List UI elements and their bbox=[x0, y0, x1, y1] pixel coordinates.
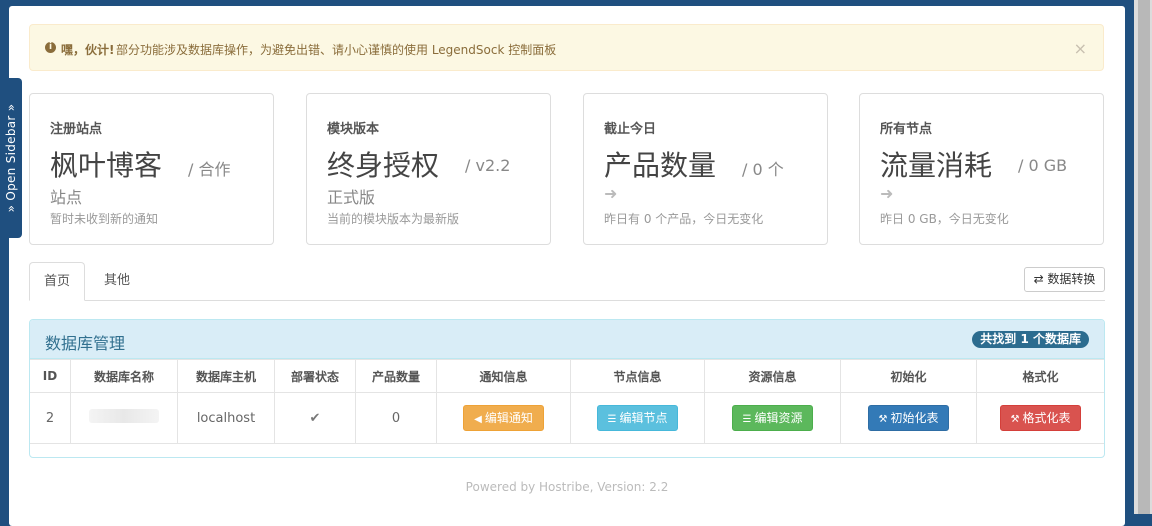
col-init: 初始化 bbox=[840, 359, 977, 393]
tab-home[interactable]: 首页 bbox=[29, 262, 85, 301]
panel-header: 数据库管理 共找到 1 个数据库 bbox=[30, 320, 1104, 359]
btn-label: 编辑资源 bbox=[754, 411, 803, 425]
card-module: 模块版本 终身授权 / v2.2 正式版 当前的模块版本为最新版 bbox=[306, 93, 551, 245]
col-id: ID bbox=[30, 359, 71, 393]
cell-id: 2 bbox=[30, 392, 71, 444]
format-table-button[interactable]: ⚒ 格式化表 bbox=[999, 405, 1082, 431]
card-sub: / 0 GB bbox=[1018, 156, 1068, 175]
warning-alert: i 嘿，伙计! 部分功能涉及数据库操作，为避免出错、请小心谨慎的使用 Legen… bbox=[29, 24, 1104, 71]
tab-bar: 首页 其他 bbox=[29, 262, 1105, 301]
card-value: 终身授权 bbox=[327, 149, 440, 182]
database-panel: 数据库管理 共找到 1 个数据库 ID 数据库名称 数据库主机 部署状态 产品数… bbox=[29, 319, 1105, 458]
card-sub2: 站点 bbox=[50, 188, 83, 207]
list-icon: ☰ bbox=[742, 414, 752, 425]
alert-message: 部分功能涉及数据库操作，为避免出错、请小心谨慎的使用 LegendSock 控制… bbox=[116, 43, 557, 57]
data-convert-button[interactable]: ⇄ 数据转换 bbox=[1024, 267, 1105, 292]
col-notice: 通知信息 bbox=[436, 359, 571, 393]
card-label: 所有节点 bbox=[880, 122, 933, 137]
wrench-icon: ⚒ bbox=[1010, 414, 1020, 425]
init-table-button[interactable]: ⚒ 初始化表 bbox=[867, 405, 950, 431]
footer: Powered by Hostribe, Version: 2.2 bbox=[465, 480, 669, 494]
wrench-icon: ⚒ bbox=[878, 414, 888, 425]
card-traffic: 所有节点 流量消耗 / 0 GB ➜ 昨日 0 GB，今日无变化 bbox=[859, 93, 1104, 245]
col-node: 节点信息 bbox=[570, 359, 705, 393]
count-badge: 共找到 1 个数据库 bbox=[972, 331, 1089, 348]
panel-title: 数据库管理 bbox=[45, 334, 126, 353]
arrow-right-icon: ➜ bbox=[880, 184, 894, 203]
col-deploy-status: 部署状态 bbox=[274, 359, 356, 393]
card-site: 注册站点 枫叶博客 / 合作 站点 暂时未收到新的通知 bbox=[29, 93, 274, 245]
info-icon: i bbox=[45, 42, 56, 53]
col-resource: 资源信息 bbox=[704, 359, 841, 393]
sidebar-toggle-label: » Open Sidebar » bbox=[4, 103, 18, 213]
open-sidebar-toggle[interactable]: » Open Sidebar » bbox=[0, 78, 22, 238]
card-note: 昨日 0 GB，今日无变化 bbox=[880, 212, 1009, 226]
edit-resource-button[interactable]: ☰ 编辑资源 bbox=[731, 405, 814, 431]
card-sub: / v2.2 bbox=[465, 156, 511, 175]
btn-label: 格式化表 bbox=[1022, 411, 1071, 425]
btn-label: 初始化表 bbox=[890, 411, 939, 425]
server-icon: ☰ bbox=[607, 414, 617, 425]
cell-db-name bbox=[70, 392, 178, 444]
check-icon: ✔ bbox=[274, 392, 356, 444]
col-format: 格式化 bbox=[976, 359, 1104, 393]
btn-label: 编辑节点 bbox=[619, 411, 668, 425]
table-row: 2 localhost ✔ 0 ◀ 编辑通知 ☰ 编辑节点 ☰ 编辑资源 ⚒ 初始化表 … bbox=[30, 392, 1104, 444]
cell-count: 0 bbox=[355, 392, 437, 444]
table-header-row: ID 数据库名称 数据库主机 部署状态 产品数量 通知信息 节点信息 资源信息 … bbox=[30, 359, 1104, 393]
close-icon[interactable]: × bbox=[1074, 39, 1087, 58]
card-sub: / 0 个 bbox=[742, 160, 784, 179]
card-value: 流量消耗 bbox=[880, 149, 993, 182]
edit-node-button[interactable]: ☰ 编辑节点 bbox=[596, 405, 679, 431]
card-label: 截止今日 bbox=[604, 122, 657, 137]
edit-notice-button[interactable]: ◀ 编辑通知 bbox=[463, 405, 544, 431]
main-page: i 嘿，伙计! 部分功能涉及数据库操作，为避免出错、请小心谨慎的使用 Legen… bbox=[9, 6, 1125, 526]
card-label: 模块版本 bbox=[327, 122, 380, 137]
arrow-right-icon: ➜ bbox=[604, 184, 618, 203]
redacted-name bbox=[89, 409, 159, 423]
window-scrollbar[interactable] bbox=[1134, 0, 1152, 514]
card-products: 截止今日 产品数量 / 0 个 ➜ 昨日有 0 个产品，今日无变化 bbox=[583, 93, 828, 245]
card-note: 昨日有 0 个产品，今日无变化 bbox=[604, 212, 764, 226]
card-value: 产品数量 bbox=[604, 149, 717, 182]
btn-label: 编辑通知 bbox=[484, 411, 533, 425]
tab-other[interactable]: 其他 bbox=[102, 262, 132, 300]
card-sub: / 合作 bbox=[188, 160, 231, 179]
col-db-name: 数据库名称 bbox=[70, 359, 178, 393]
bullhorn-icon: ◀ bbox=[474, 414, 482, 425]
card-value: 枫叶博客 bbox=[50, 149, 163, 182]
card-sub2: 正式版 bbox=[327, 188, 376, 207]
scrollbar-thumb[interactable] bbox=[1138, 0, 1150, 514]
cell-host: localhost bbox=[177, 392, 275, 444]
card-note: 暂时未收到新的通知 bbox=[50, 212, 159, 226]
card-label: 注册站点 bbox=[50, 122, 103, 137]
col-product-count: 产品数量 bbox=[355, 359, 437, 393]
col-db-host: 数据库主机 bbox=[177, 359, 275, 393]
database-table: ID 数据库名称 数据库主机 部署状态 产品数量 通知信息 节点信息 资源信息 … bbox=[30, 359, 1104, 444]
alert-strong: 嘿，伙计! bbox=[61, 43, 115, 57]
card-note: 当前的模块版本为最新版 bbox=[327, 212, 460, 226]
